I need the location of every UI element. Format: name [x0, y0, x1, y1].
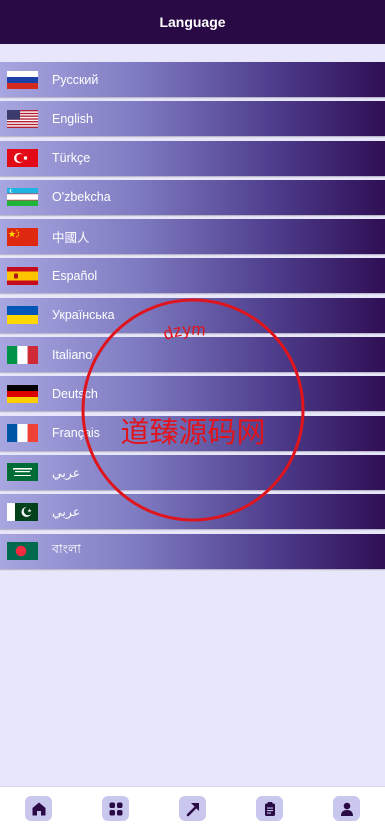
language-item-german[interactable]: Deutsch	[0, 376, 385, 412]
language-label: عربي	[52, 505, 81, 520]
france-flag-icon	[7, 424, 38, 443]
language-label: Español	[52, 268, 98, 283]
language-label: O'zbekcha	[52, 190, 111, 205]
germany-flag-icon	[7, 384, 38, 403]
ukraine-flag-icon	[7, 306, 38, 325]
nav-share-button[interactable]	[179, 796, 206, 821]
language-label: Українська	[52, 308, 115, 323]
language-item-uzbek[interactable]: O'zbekcha	[0, 179, 385, 215]
language-item-arabic-2[interactable]: عربي	[0, 494, 385, 530]
user-icon	[340, 802, 353, 816]
uzbekistan-flag-icon	[7, 188, 38, 207]
language-label: Français	[52, 426, 100, 441]
language-label: Русский	[52, 72, 99, 87]
bangladesh-flag-icon	[7, 542, 38, 561]
page-title: Language	[159, 14, 226, 30]
italy-flag-icon	[7, 345, 38, 364]
nav-home-button[interactable]	[25, 796, 52, 821]
turkey-flag-icon	[7, 149, 38, 168]
spain-flag-icon	[7, 266, 38, 285]
language-item-spanish[interactable]: Español	[0, 258, 385, 294]
language-label: বাংলা	[52, 542, 81, 557]
language-label: Deutsch	[52, 386, 98, 401]
language-item-french[interactable]: Français	[0, 415, 385, 451]
language-label: Türkçe	[52, 151, 91, 166]
header-bar: Language	[0, 0, 385, 44]
language-list: Русский English Türkçe O'zbekcha 中國人 Esp…	[0, 62, 385, 573]
language-label: عربي	[52, 465, 81, 480]
nav-clipboard-button[interactable]	[256, 796, 283, 821]
language-item-arabic[interactable]: عربي	[0, 454, 385, 490]
clipboard-icon	[264, 801, 275, 816]
russia-flag-icon	[7, 70, 38, 89]
grid-icon	[109, 802, 122, 815]
language-item-ukrainian[interactable]: Українська	[0, 297, 385, 333]
language-item-turkish[interactable]: Türkçe	[0, 140, 385, 176]
home-icon	[32, 802, 45, 815]
language-item-bengali[interactable]: বাংলা	[0, 533, 385, 569]
language-item-russian[interactable]: Русский	[0, 62, 385, 97]
saudi-arabia-flag-icon	[7, 463, 38, 482]
language-label: 中國人	[52, 231, 90, 246]
bottom-navigation	[0, 786, 385, 830]
language-item-english[interactable]: English	[0, 101, 385, 137]
language-label: English	[52, 111, 93, 126]
language-label: Italiano	[52, 347, 93, 362]
pakistan-flag-icon	[7, 502, 38, 521]
language-item-italian[interactable]: Italiano	[0, 337, 385, 373]
usa-flag-icon	[7, 109, 38, 128]
language-item-chinese[interactable]: 中國人	[0, 219, 385, 255]
nav-profile-button[interactable]	[333, 796, 360, 821]
china-flag-icon	[7, 227, 38, 246]
nav-apps-button[interactable]	[102, 796, 129, 821]
arrow-up-right-icon	[186, 802, 199, 816]
